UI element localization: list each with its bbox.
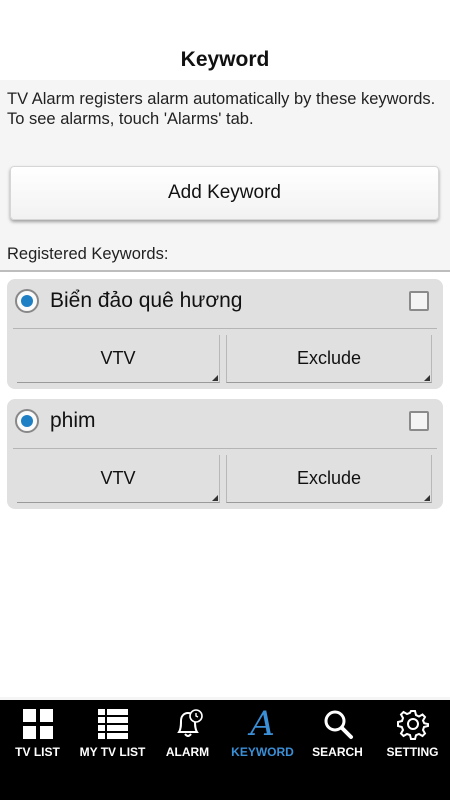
- nav-label: KEYWORD: [231, 745, 294, 759]
- keyword-radio[interactable]: [15, 409, 39, 433]
- nav-keyword[interactable]: A KEYWORD: [225, 700, 300, 772]
- nav-label: SETTING: [386, 745, 439, 759]
- nav-label: MY TV LIST: [79, 745, 146, 759]
- keyword-radio[interactable]: [15, 289, 39, 313]
- bottom-navigation: TV LIST MY TV LIST ALARM A KEYWORD SEARC…: [0, 700, 450, 800]
- nav-search[interactable]: SEARCH: [300, 700, 375, 772]
- keyword-card: phim VTV Exclude: [7, 399, 443, 509]
- page-title: Keyword: [180, 48, 270, 71]
- letter-a-icon: A: [250, 704, 275, 744]
- channel-spinner[interactable]: VTV: [17, 455, 220, 503]
- bell-icon: [172, 708, 204, 740]
- keyword-name: phim: [50, 409, 96, 432]
- keyword-row[interactable]: phim: [7, 399, 443, 447]
- keyword-list: Biển đảo quê hương VTV Exclude phim VTV …: [0, 272, 450, 697]
- keyword-checkbox[interactable]: [409, 291, 429, 311]
- keyword-divider: [13, 328, 437, 329]
- channel-spinner[interactable]: VTV: [17, 335, 220, 383]
- keyword-row[interactable]: Biển đảo quê hương: [7, 279, 443, 327]
- add-keyword-button[interactable]: Add Keyword: [10, 166, 439, 220]
- app-header: Keyword: [0, 0, 450, 80]
- keyword-name: Biển đảo quê hương: [50, 289, 243, 312]
- description-text: TV Alarm registers alarm automatically b…: [7, 89, 437, 129]
- keyword-divider: [13, 448, 437, 449]
- list-icon: [97, 708, 129, 740]
- search-icon: [322, 708, 354, 740]
- nav-label: TV LIST: [15, 745, 60, 759]
- nav-label: SEARCH: [312, 745, 363, 759]
- keyword-card: Biển đảo quê hương VTV Exclude: [7, 279, 443, 389]
- nav-setting[interactable]: SETTING: [375, 700, 450, 772]
- mode-spinner[interactable]: Exclude: [226, 455, 432, 503]
- keyword-content: TV Alarm registers alarm automatically b…: [0, 80, 450, 700]
- mode-spinner[interactable]: Exclude: [226, 335, 432, 383]
- registered-keywords-label: Registered Keywords:: [7, 245, 169, 263]
- nav-tv-list[interactable]: TV LIST: [0, 700, 75, 772]
- gear-icon: [396, 708, 429, 740]
- grid-icon: [22, 708, 54, 740]
- nav-alarm[interactable]: ALARM: [150, 700, 225, 772]
- nav-label: ALARM: [165, 745, 210, 759]
- keyword-checkbox[interactable]: [409, 411, 429, 431]
- description-line-1: TV Alarm registers alarm automatically b…: [7, 90, 436, 108]
- nav-my-tv-list[interactable]: MY TV LIST: [75, 700, 150, 772]
- description-line-2: To see alarms, touch 'Alarms' tab.: [7, 110, 254, 128]
